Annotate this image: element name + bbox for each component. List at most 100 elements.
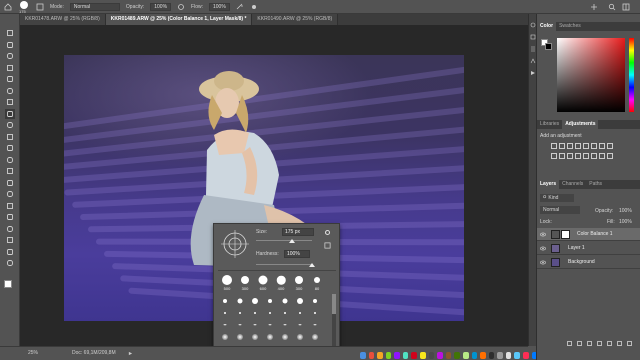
- doc-size-readout[interactable]: Doc: 69,1M/209,8M: [72, 350, 116, 356]
- brush-tip-swatch[interactable]: [310, 320, 319, 329]
- brush-tip-swatch[interactable]: [265, 332, 274, 341]
- shape-icon[interactable]: [5, 224, 15, 234]
- hardness-slider[interactable]: [256, 264, 312, 265]
- dock-app-icon[interactable]: [368, 352, 375, 359]
- dock-app-icon[interactable]: [497, 352, 503, 359]
- layer-kind-filter[interactable]: Kind: [540, 194, 574, 202]
- dock-app-icon[interactable]: [420, 352, 426, 359]
- brush-tip-swatch[interactable]: [220, 308, 229, 317]
- tab-kkr01478[interactable]: KKR01478.ARW @ 25% (RGB/8): [20, 14, 106, 25]
- gear-icon[interactable]: [324, 229, 331, 236]
- color-lookup-icon[interactable]: [567, 153, 573, 159]
- new-adjustment-icon[interactable]: [597, 341, 602, 346]
- brush-tip-swatch[interactable]: [295, 320, 304, 329]
- dock-app-icon[interactable]: [402, 352, 409, 359]
- opacity-field[interactable]: 100%: [150, 2, 172, 11]
- pressure-opacity-icon[interactable]: [177, 3, 185, 11]
- brightness-contrast-icon[interactable]: [551, 143, 557, 149]
- hue-slider[interactable]: [629, 38, 634, 112]
- new-layer-icon[interactable]: [617, 341, 622, 346]
- new-group-icon[interactable]: [607, 341, 612, 346]
- smoothing-icon[interactable]: [250, 3, 258, 11]
- hue-saturation-icon[interactable]: [591, 143, 597, 149]
- size-slider-knob[interactable]: [289, 239, 296, 243]
- tab-layers[interactable]: Layers: [537, 180, 560, 189]
- brush-tip-swatch[interactable]: [280, 296, 289, 305]
- brush-tip-swatch[interactable]: [250, 332, 259, 341]
- dock-app-icon[interactable]: [437, 352, 443, 359]
- brush-tip-swatch[interactable]: [250, 296, 259, 305]
- tab-adjustments[interactable]: Adjustments: [562, 120, 599, 129]
- search-icon[interactable]: [608, 3, 616, 11]
- brush-tip-swatch[interactable]: [265, 320, 274, 329]
- tab-color[interactable]: Color: [537, 22, 557, 31]
- eyedropper-icon[interactable]: [5, 86, 15, 96]
- brush-tip-swatch[interactable]: [220, 296, 229, 305]
- brush-preset[interactable]: 600: [256, 274, 270, 292]
- brush-tip-swatch[interactable]: [280, 332, 289, 341]
- new-preset-icon[interactable]: [324, 242, 331, 249]
- brush-tip-swatch[interactable]: [235, 308, 244, 317]
- airbrush-icon[interactable]: [236, 3, 244, 11]
- dock-app-icon[interactable]: [488, 352, 495, 359]
- crop-icon[interactable]: [5, 74, 15, 84]
- posterize-icon[interactable]: [583, 153, 589, 159]
- layer-row[interactable]: Color Balance 1: [537, 228, 640, 241]
- brush-tip-swatch[interactable]: [310, 308, 319, 317]
- background-color-swatch[interactable]: [545, 43, 552, 50]
- layer-row[interactable]: Layer 1: [537, 242, 640, 255]
- brush-tip-swatch[interactable]: [235, 332, 244, 341]
- brush-tip-swatch[interactable]: [265, 308, 274, 317]
- add-mask-icon[interactable]: [587, 341, 592, 346]
- pen-icon[interactable]: [5, 189, 15, 199]
- toolbar-foreground-swatch[interactable]: [4, 280, 12, 288]
- curves-icon[interactable]: [567, 143, 573, 149]
- brush-tip-swatch[interactable]: [295, 296, 304, 305]
- invert-icon[interactable]: [575, 153, 581, 159]
- brush-preset[interactable]: 300: [292, 274, 306, 292]
- brush-tip-swatch[interactable]: [310, 332, 319, 341]
- link-layers-icon[interactable]: [567, 341, 572, 346]
- threshold-icon[interactable]: [591, 153, 597, 159]
- photo-filter-icon[interactable]: [551, 153, 557, 159]
- tab-kkr01490[interactable]: KKR01490.ARW @ 25% (RGB/8): [252, 14, 339, 25]
- dock-app-icon[interactable]: [377, 352, 383, 359]
- gradient-icon[interactable]: [5, 155, 15, 165]
- dock-app-icon[interactable]: [480, 352, 486, 359]
- status-arrow-icon[interactable]: [128, 351, 133, 356]
- brush-tip-swatch[interactable]: [310, 296, 319, 305]
- brush-tip-swatch[interactable]: [265, 296, 274, 305]
- dock-app-icon[interactable]: [360, 352, 366, 359]
- clone-stamp-icon[interactable]: [5, 120, 15, 130]
- exposure-icon[interactable]: [575, 143, 581, 149]
- brush-tip-swatch[interactable]: [280, 308, 289, 317]
- brush-tip-swatch[interactable]: [235, 320, 244, 329]
- dock-app-icon[interactable]: [471, 352, 478, 359]
- dock-app-icon[interactable]: [454, 352, 460, 359]
- gradient-map-icon[interactable]: [607, 153, 613, 159]
- brush-tip-swatch[interactable]: [280, 320, 289, 329]
- dock-app-icon[interactable]: [462, 352, 469, 359]
- dock-app-icon[interactable]: [394, 352, 400, 359]
- fill-value[interactable]: 100%: [619, 219, 632, 225]
- tab-paths[interactable]: Paths: [586, 180, 605, 189]
- color-balance-icon[interactable]: [599, 143, 605, 149]
- vibrance-icon[interactable]: [583, 143, 589, 149]
- symmetry-icon[interactable]: [590, 3, 598, 11]
- brush-tip-swatch[interactable]: [295, 308, 304, 317]
- brush-tip-swatch[interactable]: [250, 320, 259, 329]
- blur-icon[interactable]: [5, 166, 15, 176]
- dock-app-icon[interactable]: [385, 352, 392, 359]
- move-icon[interactable]: [5, 28, 15, 38]
- workspace-icon[interactable]: [622, 3, 630, 11]
- quick-select-icon[interactable]: [5, 63, 15, 73]
- layer-row[interactable]: Background: [537, 256, 640, 269]
- more-icon[interactable]: [5, 258, 15, 268]
- selective-color-icon[interactable]: [599, 153, 605, 159]
- dock-app-icon[interactable]: [428, 352, 435, 359]
- healing-icon[interactable]: [5, 97, 15, 107]
- hardness-field[interactable]: 100%: [284, 250, 310, 258]
- eraser-icon[interactable]: [5, 143, 15, 153]
- brush-angle-preview[interactable]: [219, 228, 251, 260]
- mode-dropdown[interactable]: Normal: [69, 2, 120, 11]
